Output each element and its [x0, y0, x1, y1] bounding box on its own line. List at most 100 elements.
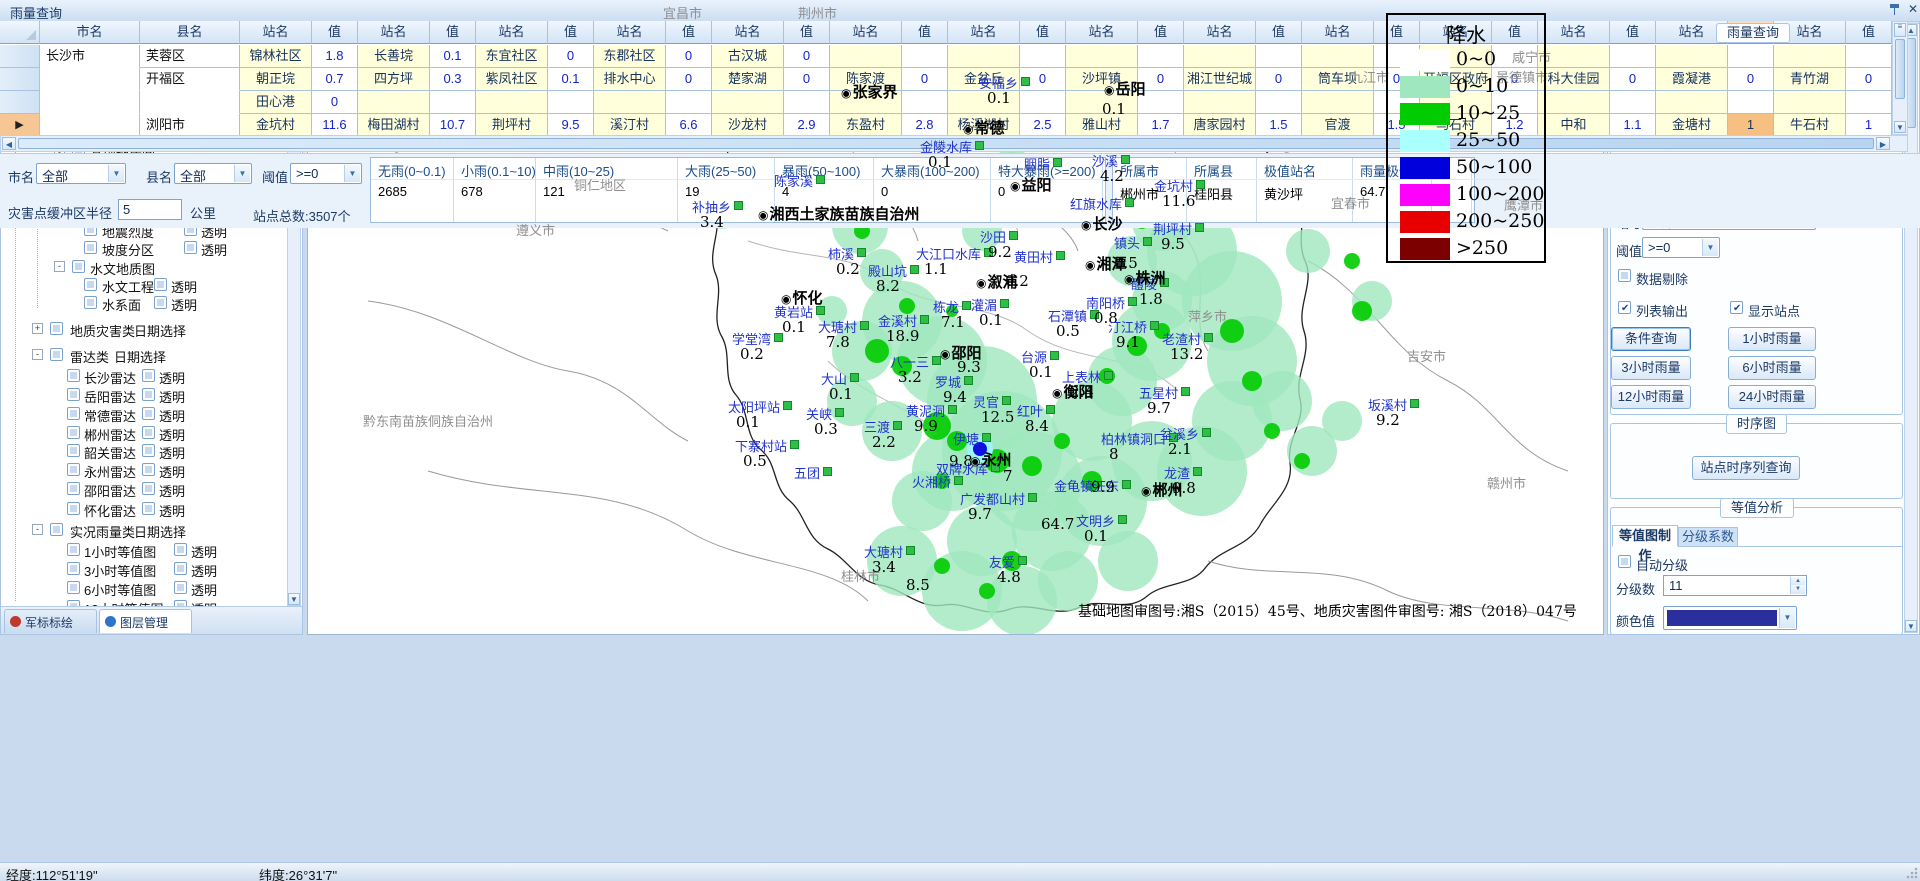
station-column-header[interactable]: 站名 [1538, 21, 1610, 44]
station-name-cell[interactable]: 荆坪村 [476, 114, 548, 135]
station-name-cell[interactable] [1184, 45, 1256, 68]
layer-checkbox[interactable] [67, 407, 80, 420]
tab-grading-coef[interactable]: 分级系数 [1678, 527, 1738, 547]
tree-item-1小时等值图[interactable]: 1小时等值图透明 [2, 542, 286, 559]
collapse-icon[interactable]: - [54, 261, 65, 272]
value-column-header[interactable]: 值 [666, 21, 712, 44]
data-reject-checkbox[interactable] [1618, 269, 1631, 282]
date-select-label[interactable]: 日期选择 [134, 321, 186, 340]
station-value-cell[interactable] [1728, 91, 1774, 114]
station-column-header[interactable]: 站名 [1184, 21, 1256, 44]
layer-checkbox[interactable] [84, 296, 97, 309]
station-value-cell[interactable]: 0 [902, 68, 948, 91]
table-row[interactable]: 开福区朝正垸0.7四方坪0.3紫凤社区0.1排水中心0楚家湖0陈家渡0金盆丘0沙… [0, 68, 1892, 91]
buffer-radius-input[interactable]: 5 [118, 199, 182, 220]
station-value-cell[interactable]: 2.8 [902, 114, 948, 135]
station-value-cell[interactable]: 0.1 [548, 68, 594, 91]
station-column-header[interactable]: 站名 [948, 21, 1020, 44]
expand-icon[interactable]: + [32, 323, 43, 334]
station-value-cell[interactable]: 0 [312, 91, 358, 114]
station-value-cell[interactable]: 0.7 [312, 68, 358, 91]
tree-item-水文工程[interactable]: 水文工程透明 [2, 277, 286, 294]
station-value-cell[interactable]: 0 [548, 45, 594, 68]
station-name-cell[interactable] [1656, 91, 1728, 114]
station-value-cell[interactable] [1138, 45, 1184, 68]
station-value-cell[interactable] [902, 45, 948, 68]
transparent-checkbox[interactable] [142, 502, 155, 515]
value-column-header[interactable]: 值 [1138, 21, 1184, 44]
station-name-cell[interactable] [830, 45, 902, 68]
table-row[interactable]: 长沙市芙蓉区锦林社区1.8长善垸0.1东宜社区0东郡社区0古汉城0 [0, 45, 1892, 68]
layer-checkbox[interactable] [67, 502, 80, 515]
station-name-cell[interactable] [476, 91, 548, 114]
transparent-checkbox[interactable] [142, 482, 155, 495]
station-value-cell[interactable] [1610, 45, 1656, 68]
station-name-cell[interactable]: 官渡 [1302, 114, 1374, 135]
station-value-cell[interactable]: 0 [666, 68, 712, 91]
station-value-cell[interactable]: 9.5 [548, 114, 594, 135]
station-name-cell[interactable]: 锦林社区 [240, 45, 312, 68]
transparent-checkbox[interactable] [142, 388, 155, 401]
station-data-table[interactable]: 市名县名站名值站名值站名值站名值站名值站名值站名值站名值站名值站名值站名值站名值… [0, 21, 1892, 135]
resize-grip[interactable] [1906, 867, 1918, 879]
station-name-cell[interactable] [1302, 91, 1374, 114]
station-name-cell[interactable]: 楚家湖 [712, 68, 784, 91]
county-column-header[interactable]: 县名 [140, 21, 240, 44]
station-name-cell[interactable]: 金塘村 [1656, 114, 1728, 135]
tree-item-常德雷达[interactable]: 常德雷达透明 [2, 406, 286, 423]
county-cell[interactable]: 芙蓉区 [140, 45, 240, 68]
station-value-cell[interactable] [1846, 91, 1892, 114]
city-cell[interactable] [40, 91, 140, 114]
station-name-cell[interactable]: 霞凝港 [1656, 68, 1728, 91]
station-value-cell[interactable]: 1 [1846, 114, 1892, 135]
tree-item-12小时等值图[interactable]: 12小时等值图透明 [2, 599, 286, 606]
station-name-cell[interactable]: 青竹湖 [1774, 68, 1846, 91]
station-value-cell[interactable]: 1.8 [312, 45, 358, 68]
station-value-cell[interactable]: 1.5 [1256, 114, 1302, 135]
transparent-checkbox[interactable] [142, 369, 155, 382]
date-select-label[interactable]: 日期选择 [134, 522, 186, 541]
station-name-cell[interactable]: 金坑村 [240, 114, 312, 135]
station-name-cell[interactable] [1656, 45, 1728, 68]
station-name-cell[interactable] [1066, 45, 1138, 68]
station-name-cell[interactable] [948, 45, 1020, 68]
condition-query-button[interactable]: 条件查询 [1611, 327, 1691, 351]
pin-icon[interactable] [1890, 4, 1899, 16]
station-name-cell[interactable] [712, 91, 784, 114]
layer-checkbox[interactable] [67, 562, 80, 575]
station-column-header[interactable]: 站名 [830, 21, 902, 44]
value-column-header[interactable]: 值 [902, 21, 948, 44]
value-column-header[interactable]: 值 [1020, 21, 1066, 44]
station-value-cell[interactable] [1256, 45, 1302, 68]
station-name-cell[interactable] [1302, 45, 1374, 68]
layer-checkbox[interactable] [84, 241, 97, 254]
station-value-cell[interactable] [1728, 45, 1774, 68]
auto-grading-checkbox[interactable] [1618, 555, 1631, 568]
station-name-cell[interactable]: 中和 [1538, 114, 1610, 135]
tab-isoline-make[interactable]: 等值图制作 [1612, 525, 1678, 547]
station-value-cell[interactable]: 0.3 [430, 68, 476, 91]
station-value-cell[interactable]: 0 [666, 45, 712, 68]
station-value-cell[interactable]: 0 [1846, 68, 1892, 91]
table-row[interactable]: 田心港0 [0, 91, 1892, 114]
collapse-icon[interactable]: - [32, 524, 43, 535]
tree-item-永州雷达[interactable]: 永州雷达透明 [2, 462, 286, 479]
station-name-cell[interactable]: 田心港 [240, 91, 312, 114]
station-name-cell[interactable]: 紫凤社区 [476, 68, 548, 91]
tree-item-长沙雷达[interactable]: 长沙雷达透明 [2, 368, 286, 385]
station-value-cell[interactable]: 0 [784, 45, 830, 68]
station-name-cell[interactable]: 科大佳园 [1538, 68, 1610, 91]
layer-checkbox[interactable] [50, 348, 63, 361]
tree-item-实况雨量类[interactable]: -实况雨量类日期选择 [2, 522, 286, 539]
city-cell[interactable] [40, 114, 140, 135]
station-value-cell[interactable]: 0 [1728, 68, 1774, 91]
layer-checkbox[interactable] [50, 322, 63, 335]
station-timeseries-button[interactable]: 站点时序列查询 [1692, 456, 1800, 480]
transparent-checkbox[interactable] [142, 426, 155, 439]
station-name-cell[interactable]: 湘江世纪城 [1184, 68, 1256, 91]
list-output-checkbox[interactable] [1618, 301, 1631, 314]
station-name-cell[interactable] [358, 91, 430, 114]
level-count-spinner[interactable]: 11 ▲▼ [1663, 575, 1807, 596]
station-value-cell[interactable]: 1 [1728, 114, 1774, 135]
show-stations-checkbox[interactable] [1730, 301, 1743, 314]
